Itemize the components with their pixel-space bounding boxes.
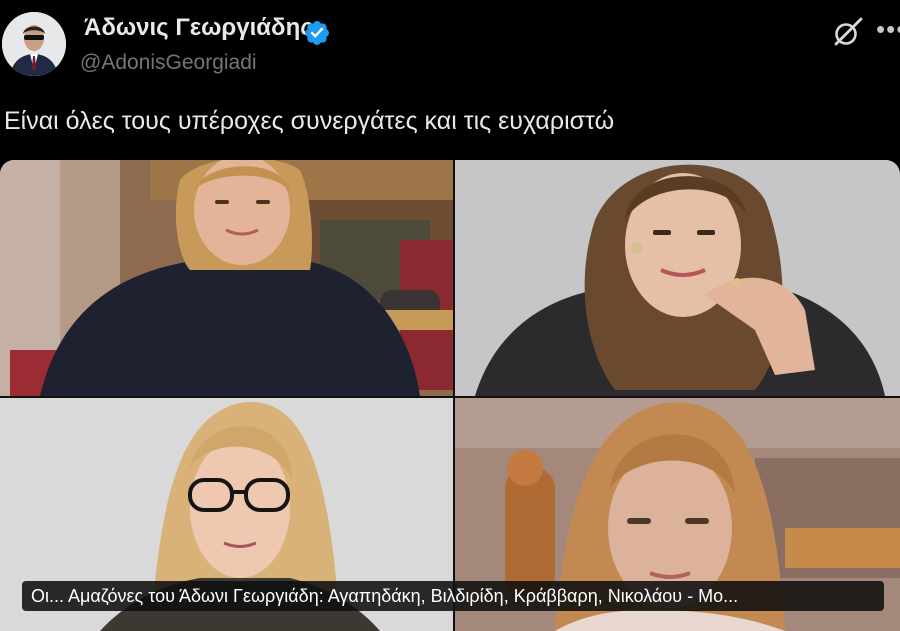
author-name[interactable]: Άδωνις Γεωργιάδης [84,14,313,42]
link-card-caption[interactable]: Οι... Αμαζόνες του Άδωνι Γεωργιάδη: Αγαπ… [22,581,884,611]
photo-woman-parliament[interactable] [0,160,453,396]
post-header: Άδωνις Γεωργιάδης @AdonisGeorgiadi ••• [0,0,900,90]
avatar[interactable] [2,12,66,76]
author-handle[interactable]: @AdonisGeorgiadi [80,51,257,75]
verified-badge-icon [305,21,329,45]
photo-woman-studio[interactable] [455,160,900,396]
media-grid[interactable] [0,160,900,631]
more-icon[interactable]: ••• [876,18,900,48]
post-text: Είναι όλες τους υπέροχες συνεργάτες και … [4,107,615,135]
grok-icon[interactable] [830,16,864,50]
avatar-image [2,12,66,76]
